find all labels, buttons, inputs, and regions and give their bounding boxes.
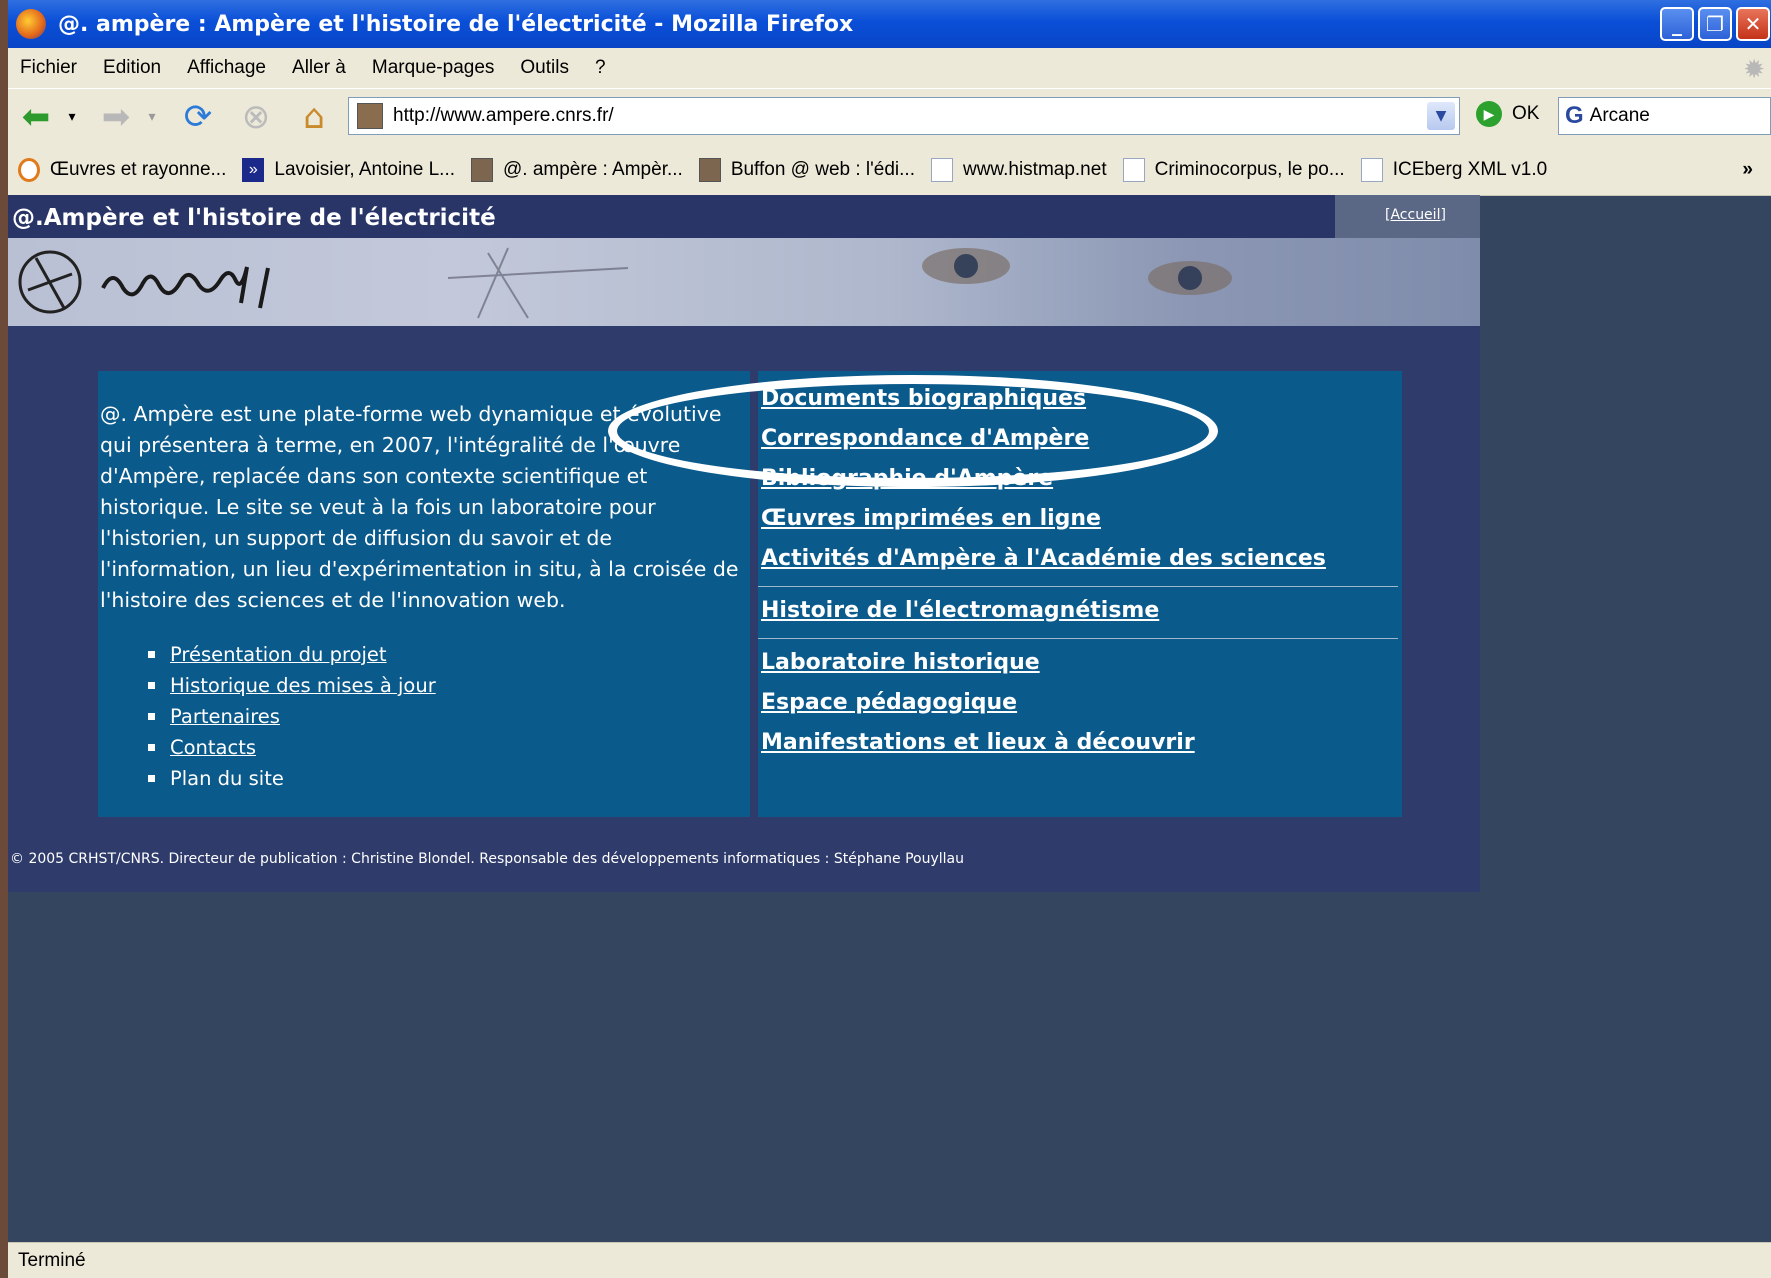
back-arrow-icon[interactable]: ⬅ (14, 95, 58, 139)
url-bar[interactable]: http://www.ampere.cnrs.fr/ ▼ (348, 97, 1460, 135)
menu-fichier[interactable]: Fichier (20, 57, 77, 79)
forward-dropdown-icon[interactable]: ▾ (142, 95, 162, 139)
link-espace-pedagogique[interactable]: Espace pédagogique (761, 690, 1017, 715)
url-text[interactable]: http://www.ampere.cnrs.fr/ (393, 105, 614, 127)
google-search-icon[interactable]: G (1565, 102, 1584, 130)
reload-icon[interactable]: ⟳ (176, 95, 220, 139)
stop-icon[interactable]: ⊗ (234, 95, 278, 139)
project-links: Présentation du projet Historique des mi… (148, 639, 436, 794)
back-dropdown-icon[interactable]: ▾ (62, 95, 82, 139)
bookmark-item[interactable]: Œuvres et rayonne... (18, 158, 226, 182)
list-item: Historique des mises à jour (148, 670, 436, 701)
site-title: @.Ampère et l'histoire de l'électricité (12, 205, 496, 231)
title-bar: @. ampère : Ampère et l'histoire de l'él… (8, 0, 1771, 48)
bookmark-page-icon (1360, 158, 1383, 182)
menu-affichage[interactable]: Affichage (187, 57, 266, 79)
menu-aller[interactable]: Aller à (292, 57, 346, 79)
go-button[interactable]: ▶ OK (1476, 101, 1539, 127)
bookmark-label: Lavoisier, Antoine L... (274, 159, 455, 180)
link-historique[interactable]: Historique des mises à jour (170, 674, 436, 697)
list-item: Partenaires (148, 701, 436, 732)
ampere-signature-icon (101, 266, 270, 309)
bookmark-label: Buffon @ web : l'édi... (730, 159, 915, 180)
navigation-toolbar: ⬅ ▾ ➡ ▾ ⟳ ⊗ ⌂ http://www.ampere.cnrs.fr/… (8, 88, 1771, 146)
bookmark-item[interactable]: ICEberg XML v1.0 (1360, 158, 1548, 182)
bookmark-item[interactable]: Criminocorpus, le po... (1122, 158, 1345, 182)
bookmark-chevron-icon: » (242, 158, 265, 182)
firefox-icon (16, 9, 46, 39)
bookmark-page-icon (930, 158, 953, 182)
bookmark-label: Criminocorpus, le po... (1154, 159, 1345, 180)
search-box[interactable]: G Arcane (1558, 97, 1771, 135)
link-presentation[interactable]: Présentation du projet (170, 643, 387, 666)
section-divider (758, 586, 1398, 587)
link-activites-academie[interactable]: Activités d'Ampère à l'Académie des scie… (761, 546, 1326, 571)
bookmark-label: ICEberg XML v1.0 (1392, 159, 1548, 180)
site-banner (8, 238, 1480, 326)
link-oeuvres-imprimees[interactable]: Œuvres imprimées en ligne (761, 506, 1101, 531)
menu-outils[interactable]: Outils (520, 57, 569, 79)
bookmark-label: Œuvres et rayonne... (50, 159, 227, 180)
window-title: @. ampère : Ampère et l'histoire de l'él… (58, 11, 854, 37)
plan-du-site-text: Plan du site (170, 767, 284, 790)
site-favicon-icon (357, 103, 383, 129)
bookmark-portrait-icon (471, 158, 493, 182)
url-history-dropdown-icon[interactable]: ▼ (1427, 102, 1455, 130)
link-laboratoire[interactable]: Laboratoire historique (761, 650, 1040, 675)
list-item: Plan du site (148, 763, 436, 794)
menu-bar: Fichier Edition Affichage Aller à Marque… (8, 48, 1771, 88)
page-content: @.Ampère et l'histoire de l'électricité … (8, 195, 1480, 892)
minimize-button[interactable]: _ (1660, 7, 1694, 41)
banner-artwork (18, 247, 1232, 319)
highlight-oval (608, 375, 1218, 487)
link-partenaires[interactable]: Partenaires (170, 705, 280, 728)
menu-marque-pages[interactable]: Marque-pages (372, 57, 495, 79)
close-button[interactable]: ✕ (1736, 7, 1770, 41)
site-header: @.Ampère et l'histoire de l'électricité … (8, 195, 1480, 238)
bookmark-item[interactable]: Buffon @ web : l'édi... (698, 158, 915, 182)
accueil-link[interactable]: [Accueil] (1385, 207, 1446, 223)
link-electromagnetisme[interactable]: Histoire de l'électromagnétisme (761, 598, 1159, 623)
browser-window: @. ampère : Ampère et l'histoire de l'él… (8, 0, 1771, 1278)
site-footer: © 2005 CRHST/CNRS. Directeur de publicat… (10, 851, 964, 867)
bookmark-label: www.histmap.net (962, 159, 1107, 180)
list-item: Présentation du projet (148, 639, 436, 670)
link-manifestations[interactable]: Manifestations et lieux à découvrir (761, 730, 1195, 755)
bookmark-label: @. ampère : Ampèr... (503, 159, 683, 180)
bookmark-item[interactable]: @. ampère : Ampèr... (471, 158, 683, 182)
bookmark-item[interactable]: www.histmap.net (930, 158, 1107, 182)
accueil-box: [Accueil] (1335, 195, 1480, 238)
link-contacts[interactable]: Contacts (170, 736, 256, 759)
menu-edition[interactable]: Edition (103, 57, 161, 79)
bookmarks-overflow-button[interactable]: » (1742, 159, 1753, 181)
menu-help[interactable]: ? (595, 57, 606, 79)
status-text: Terminé (18, 1250, 86, 1271)
forward-arrow-icon[interactable]: ➡ (94, 95, 138, 139)
bookmark-page-icon (1122, 158, 1145, 182)
section-divider (758, 638, 1398, 639)
restore-button[interactable]: ❐ (1698, 7, 1732, 41)
bookmark-ring-icon (18, 158, 40, 182)
list-item: Contacts (148, 732, 436, 763)
bookmarks-toolbar: Œuvres et rayonne... » Lavoisier, Antoin… (8, 145, 1771, 196)
status-bar: Terminé (8, 1242, 1771, 1278)
throbber-icon: ✹ (1743, 54, 1765, 84)
go-arrow-icon: ▶ (1476, 101, 1502, 127)
search-value[interactable]: Arcane (1590, 105, 1650, 127)
bookmark-portrait-icon (698, 158, 721, 182)
home-icon[interactable]: ⌂ (292, 95, 336, 139)
go-label: OK (1512, 103, 1540, 124)
bookmark-item[interactable]: » Lavoisier, Antoine L... (242, 158, 455, 182)
